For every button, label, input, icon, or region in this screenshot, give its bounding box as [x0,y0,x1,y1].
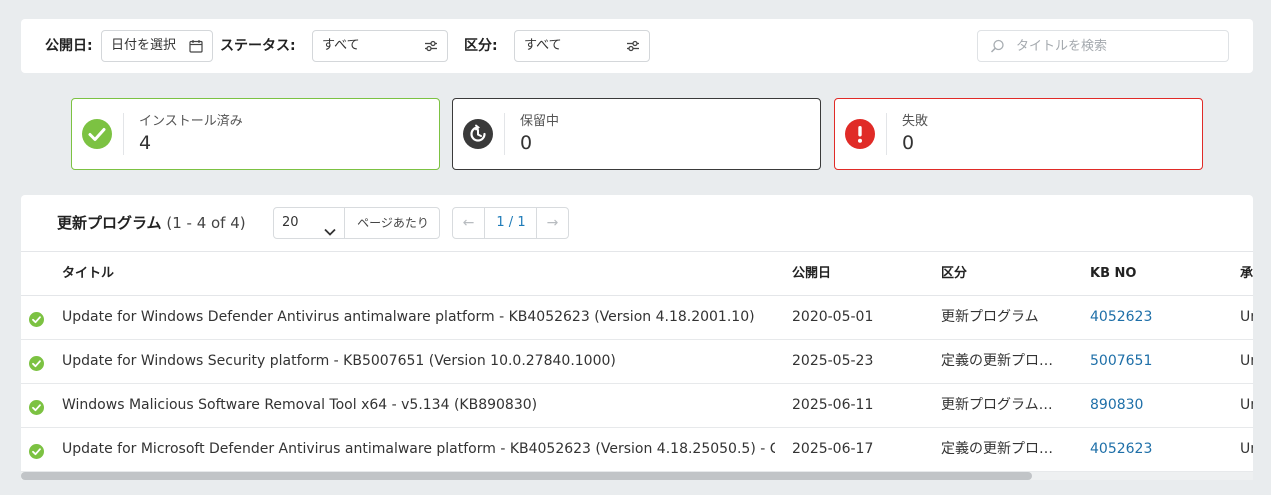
column-kb[interactable]: KB NO [1090,252,1136,295]
check-circle-icon [29,312,44,327]
check-circle-icon [29,444,44,459]
installed-card[interactable]: インストール済み 4 [71,98,440,170]
column-title[interactable]: タイトル [62,252,114,295]
per-page-control: 20 ページあたり [273,207,440,239]
row-title: Update for Microsoft Defender Antivirus … [62,441,775,457]
status-select[interactable]: すべて [312,30,448,62]
pending-count: 0 [520,132,533,154]
prev-page-button[interactable]: ← [453,208,485,238]
sliders-icon [626,31,640,61]
row-category: 更新プログラム [941,309,1039,325]
updates-count: (1 - 4 of 4) [166,214,246,232]
row-approval: Un [1240,309,1253,325]
row-kb-link[interactable]: 4052623 [1090,296,1152,339]
per-page-select[interactable]: 20 [274,208,345,238]
table-header: タイトル 公開日 区分 KB NO 承 [21,251,1253,296]
calendar-icon [189,31,203,61]
table-row[interactable]: Update for Windows Defender Antivirus an… [21,296,1253,340]
publish-date-label: 公開日: [45,38,93,54]
filter-bar: 公開日: 日付を選択 ステータス: すべて 区分: すべて [21,19,1253,73]
status-label: ステータス: [220,38,296,54]
row-date: 2020-05-01 [792,309,874,325]
scrollbar-thumb[interactable] [21,472,1032,480]
row-date: 2025-05-23 [792,353,874,369]
next-page-button[interactable]: → [536,208,568,238]
table-row[interactable]: Windows Malicious Software Removal Tool … [21,384,1253,428]
updates-title: 更新プログラム [57,214,162,232]
column-date[interactable]: 公開日 [792,252,831,295]
pending-label: 保留中 [520,114,560,129]
row-kb-link[interactable]: 4052623 [1090,428,1152,471]
row-date: 2025-06-11 [792,397,874,413]
failed-count: 0 [902,132,915,154]
failed-card[interactable]: 失敗 0 [834,98,1203,170]
panel-title: 更新プログラム (1 - 4 of 4) [57,212,246,233]
row-title: Windows Malicious Software Removal Tool … [62,397,538,413]
search-box [977,30,1229,62]
installed-count: 4 [139,132,152,154]
installed-label: インストール済み [139,114,243,129]
search-input[interactable] [1016,31,1216,61]
table-row[interactable]: Update for Windows Security platform - K… [21,340,1253,384]
date-picker-label: 日付を選択 [111,38,177,53]
card-divider [504,113,505,155]
row-category: 定義の更新プロ… [941,441,1053,457]
clock-history-icon [463,119,493,149]
row-kb-link[interactable]: 890830 [1090,384,1143,427]
check-circle-icon [29,356,44,371]
row-approval: Un [1240,353,1253,369]
horizontal-scrollbar[interactable] [21,472,1253,480]
row-approval: Un [1240,441,1253,457]
per-page-value: 20 [282,215,299,230]
row-title: Update for Windows Defender Antivirus an… [62,309,755,325]
status-select-value: すべて [322,38,360,53]
row-title: Update for Windows Security platform - K… [62,353,616,369]
table-row[interactable]: Update for Microsoft Defender Antivirus … [21,428,1253,472]
page-indicator: 1 / 1 [496,215,526,230]
chevron-down-icon [324,218,336,248]
card-divider [886,113,887,155]
pagination: ← 1 / 1 → [452,207,569,239]
check-circle-icon [29,400,44,415]
row-date: 2025-06-17 [792,441,874,457]
category-select[interactable]: すべて [514,30,650,62]
row-category: 定義の更新プロ… [941,353,1053,369]
row-category: 更新プログラム… [941,397,1053,413]
search-icon [990,39,1005,58]
updates-panel: 更新プログラム (1 - 4 of 4) 20 ページあたり ← 1 / 1 →… [21,195,1253,480]
category-label: 区分: [464,38,498,54]
card-divider [123,113,124,155]
date-picker-button[interactable]: 日付を選択 [101,30,213,62]
failed-label: 失敗 [902,114,929,129]
column-approval[interactable]: 承 [1240,252,1253,295]
pending-card[interactable]: 保留中 0 [452,98,821,170]
per-page-label: ページあたり [357,216,429,230]
column-category[interactable]: 区分 [941,252,967,295]
row-kb-link[interactable]: 5007651 [1090,340,1152,383]
sliders-icon [424,31,438,61]
exclamation-circle-icon [845,119,875,149]
check-circle-icon [82,119,112,149]
row-approval: Un [1240,397,1253,413]
category-select-value: すべて [524,38,562,53]
